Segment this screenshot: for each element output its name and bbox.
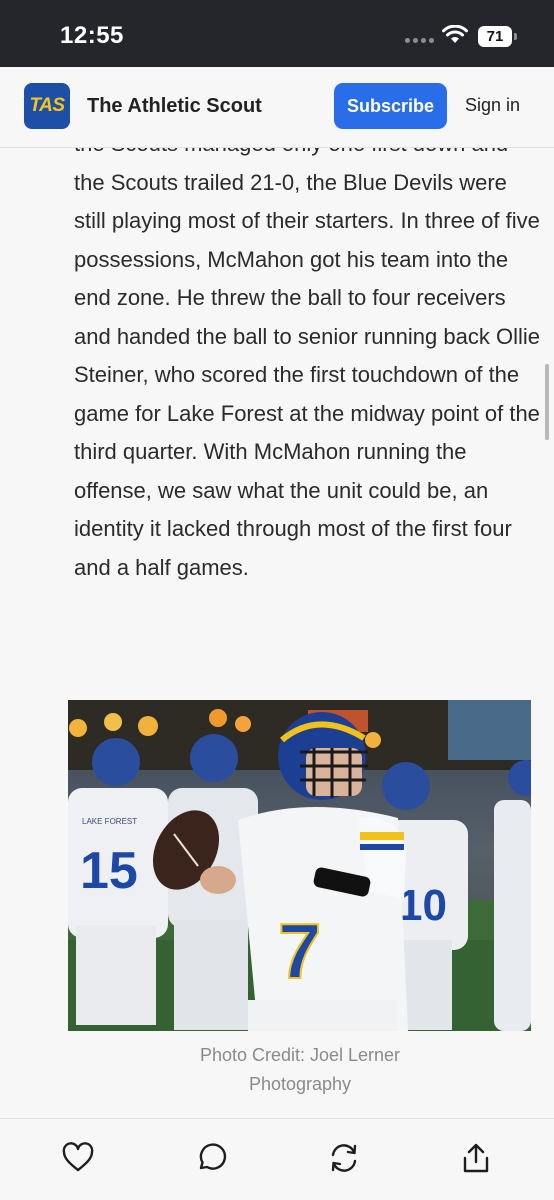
jersey-number-center: 7 — [278, 907, 321, 995]
article-photo[interactable]: 15 LAKE FOREST 10 7 — [68, 700, 531, 1031]
battery-indicator: 71 — [478, 26, 517, 47]
site-logo[interactable]: TAS — [24, 83, 70, 129]
status-time: 12:55 — [60, 22, 124, 49]
wifi-icon — [442, 25, 468, 43]
comment-icon[interactable] — [194, 1141, 228, 1175]
article-body: the Scouts managed only one first down a… — [0, 148, 554, 1118]
jersey-number-left: 15 — [80, 842, 138, 900]
jersey-text-left: LAKE FOREST — [82, 817, 137, 826]
site-header: TAS The Athletic Scout Subscribe Sign in — [0, 67, 554, 148]
share-icon[interactable] — [459, 1141, 493, 1175]
sign-in-link[interactable]: Sign in — [465, 95, 520, 116]
cellular-signal-icon — [405, 38, 434, 43]
refresh-icon[interactable] — [327, 1141, 361, 1175]
photo-caption: Photo Credit: Joel Lerner Photography — [199, 1045, 401, 1094]
subscribe-button[interactable]: Subscribe — [334, 83, 447, 129]
jersey-number-right: 10 — [398, 881, 447, 930]
article-paragraph: the Scouts managed only one first down a… — [74, 148, 540, 580]
heart-icon[interactable] — [61, 1141, 95, 1175]
status-bar: 12:55 71 — [0, 0, 554, 67]
site-name[interactable]: The Athletic Scout — [87, 95, 262, 118]
bottom-toolbar — [0, 1118, 554, 1200]
scrollbar[interactable] — [545, 364, 549, 440]
